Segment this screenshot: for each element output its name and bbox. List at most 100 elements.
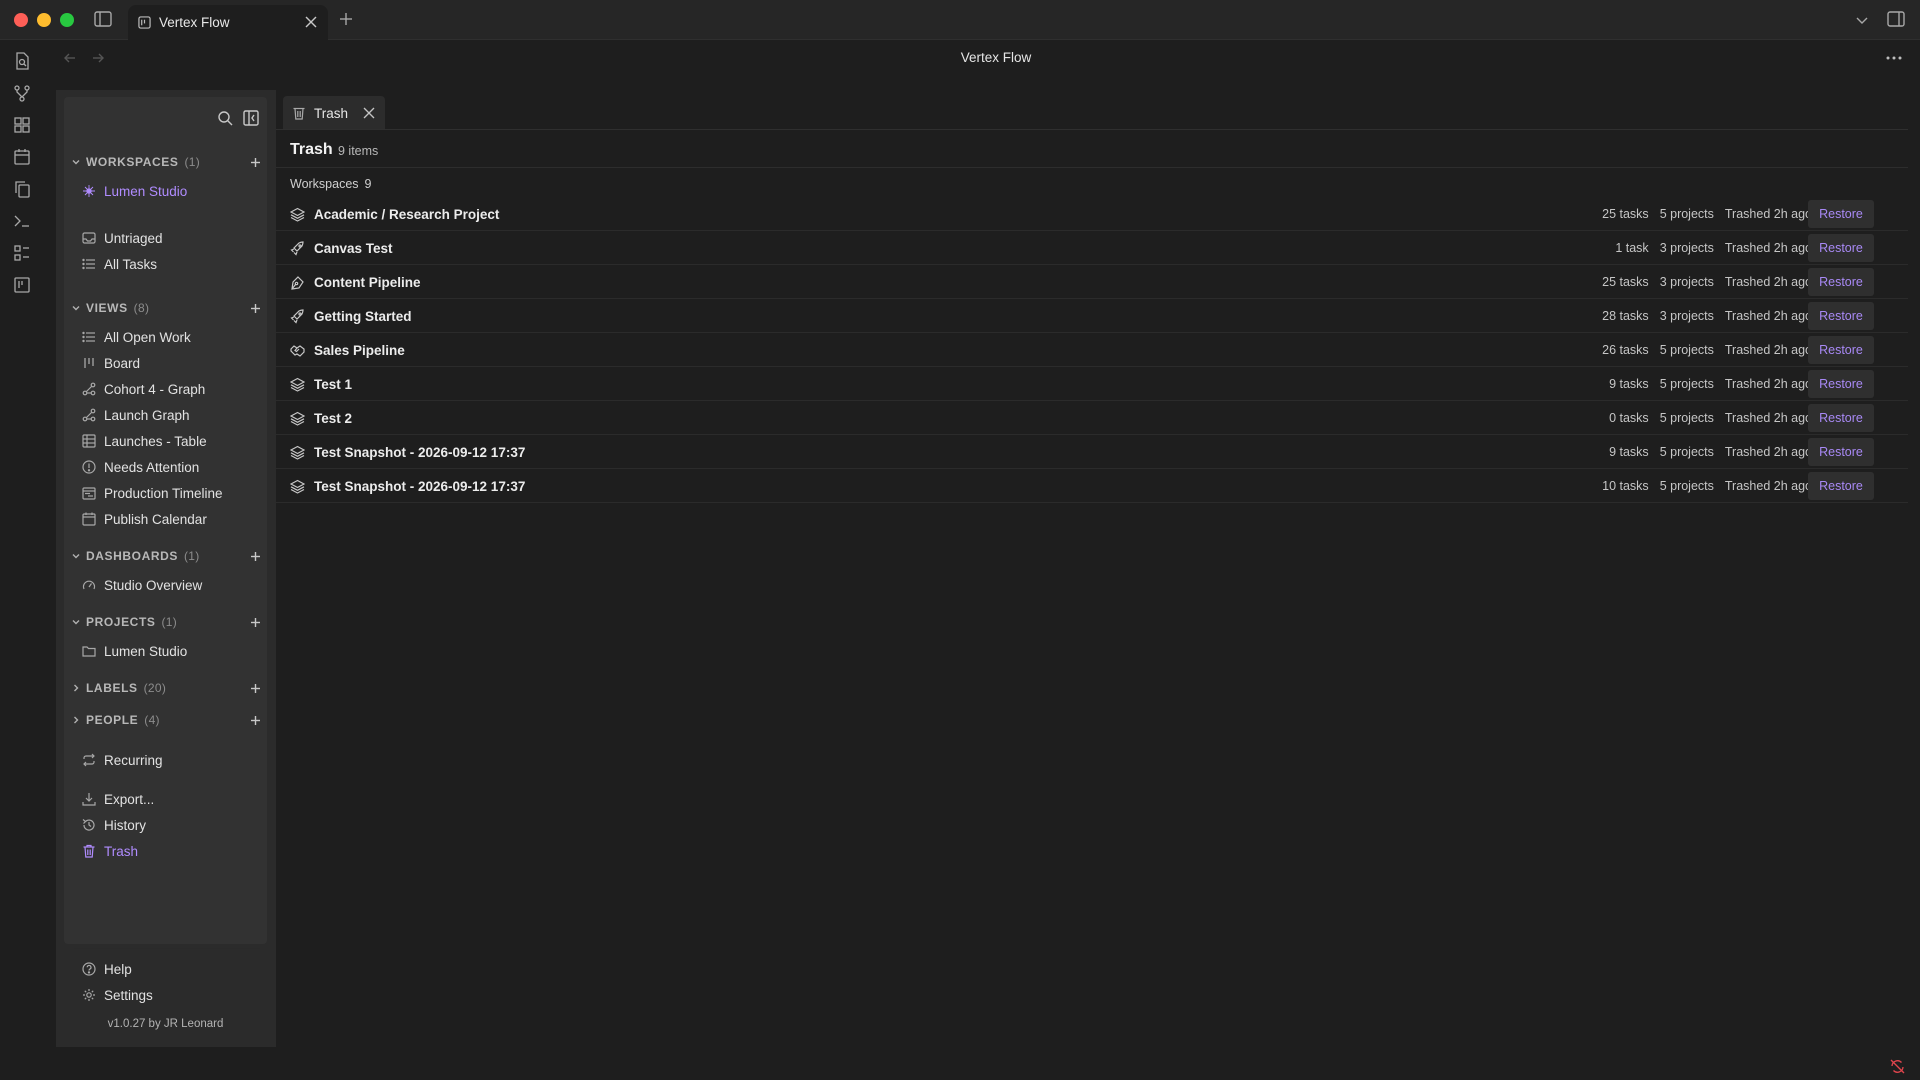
restore-button[interactable]: Restore xyxy=(1808,370,1874,398)
chevron-down-icon xyxy=(72,554,80,559)
group-label: Workspaces xyxy=(290,177,359,191)
project-count: 3 projects xyxy=(1659,241,1714,255)
maximize-window-button[interactable] xyxy=(60,13,74,27)
row-meta: 9 tasks 5 projects Trashed 2h ago xyxy=(1609,377,1812,391)
sidebar-item-recurring[interactable]: Recurring xyxy=(82,750,163,770)
table-row[interactable]: Test 2 0 tasks 5 projects Trashed 2h ago Res… xyxy=(276,401,1908,435)
restore-button[interactable]: Restore xyxy=(1808,404,1874,432)
section-label: DASHBOARDS xyxy=(86,549,179,563)
board-icon[interactable] xyxy=(13,276,31,294)
gear-icon xyxy=(83,989,95,1001)
table-row[interactable]: Test Snapshot - 2026-09-12 17:37 10 tasks… xyxy=(276,469,1908,503)
section-labels[interactable]: LABELS (20) xyxy=(72,680,166,696)
sidebar-item-label: Publish Calendar xyxy=(104,511,207,527)
sidebar-item-launch-graph[interactable]: Launch Graph xyxy=(82,405,190,425)
sidebar-item-label: Settings xyxy=(104,987,153,1003)
sidebar-item-studio-overview[interactable]: Studio Overview xyxy=(82,575,202,595)
row-meta: 0 tasks 5 projects Trashed 2h ago xyxy=(1609,411,1812,425)
table-row[interactable]: Academic / Research Project 25 tasks 5 pro… xyxy=(276,197,1908,231)
restore-button[interactable]: Restore xyxy=(1808,234,1874,262)
add-project-icon[interactable] xyxy=(250,617,261,628)
sidebar-toggle-icon[interactable] xyxy=(94,11,112,27)
section-count: (1) xyxy=(184,155,201,169)
sidebar-item-production-timeline[interactable]: Production Timeline xyxy=(82,483,223,503)
restore-button[interactable]: Restore xyxy=(1808,200,1874,228)
sidebar-item-launches-table[interactable]: Launches - Table xyxy=(82,431,207,451)
sparkle-icon xyxy=(83,185,95,197)
git-branch-icon[interactable] xyxy=(13,84,31,102)
add-dashboard-icon[interactable] xyxy=(250,551,261,562)
restore-button[interactable]: Restore xyxy=(1808,438,1874,466)
section-views[interactable]: VIEWS (8) xyxy=(72,300,149,316)
calendar-icon[interactable] xyxy=(13,148,31,166)
handshake-icon xyxy=(290,345,305,357)
copy-icon[interactable] xyxy=(13,180,31,198)
sidebar-item-all-open-work[interactable]: All Open Work xyxy=(82,327,191,347)
sidebar-item-label: History xyxy=(104,817,147,833)
section-workspaces[interactable]: WORKSPACES (1) xyxy=(72,154,200,170)
sidebar-item-cohort-4-graph[interactable]: Cohort 4 - Graph xyxy=(82,379,205,399)
sidebar-item-lumen-studio-workspace[interactable]: Lumen Studio xyxy=(82,181,187,201)
close-tab-icon[interactable] xyxy=(363,107,375,119)
add-workspace-icon[interactable] xyxy=(250,157,261,168)
item-count: 9 items xyxy=(338,144,379,158)
terminal-icon[interactable] xyxy=(13,212,31,230)
close-window-button[interactable] xyxy=(14,13,28,27)
sidebar-item-needs-attention[interactable]: Needs Attention xyxy=(82,457,199,477)
minimize-window-button[interactable] xyxy=(37,13,51,27)
list-grid-icon[interactable] xyxy=(13,244,31,262)
sidebar-item-export[interactable]: Export... xyxy=(82,789,154,809)
sidebar-item-history[interactable]: History xyxy=(82,815,146,835)
sidebar-item-trash[interactable]: Trash xyxy=(82,841,138,861)
section-count: (1) xyxy=(161,615,178,629)
sidebar-item-publish-calendar[interactable]: Publish Calendar xyxy=(82,509,207,529)
timeline-icon xyxy=(82,487,96,500)
sidebar-item-lumen-studio-project[interactable]: Lumen Studio xyxy=(82,641,187,661)
table-row[interactable]: Canvas Test 1 task 3 projects Trashed 2h ag… xyxy=(276,231,1908,265)
sidebar-item-settings[interactable]: Settings xyxy=(82,985,153,1005)
restore-button[interactable]: Restore xyxy=(1808,336,1874,364)
sidebar-item-help[interactable]: Help xyxy=(82,959,132,979)
section-projects[interactable]: PROJECTS (1) xyxy=(72,614,177,630)
new-tab-icon[interactable] xyxy=(338,11,354,27)
section-count: (4) xyxy=(144,713,160,727)
collapse-sidebar-icon[interactable] xyxy=(243,110,259,126)
page-title: Trash xyxy=(290,141,333,158)
tab-trash[interactable]: Trash xyxy=(283,96,385,130)
task-count: 26 tasks xyxy=(1602,343,1649,357)
sidebar-item-untriaged[interactable]: Untriaged xyxy=(82,228,163,248)
grid-icon[interactable] xyxy=(13,116,31,134)
sidebar-item-board[interactable]: Board xyxy=(82,353,140,373)
section-count: (1) xyxy=(184,549,200,563)
restore-button[interactable]: Restore xyxy=(1808,268,1874,296)
title-divider xyxy=(276,167,1908,168)
table-row[interactable]: Sales Pipeline 26 tasks 5 projects Trashed … xyxy=(276,333,1908,367)
chevron-down-icon[interactable] xyxy=(1855,13,1869,27)
browser-tab-title: Vertex Flow xyxy=(159,15,230,30)
table-row[interactable]: Content Pipeline 25 tasks 3 projects Trashe… xyxy=(276,265,1908,299)
close-tab-icon[interactable] xyxy=(304,15,318,29)
section-people[interactable]: PEOPLE (4) xyxy=(72,712,160,728)
sidebar-item-all-tasks[interactable]: All Tasks xyxy=(82,254,157,274)
more-options-icon[interactable] xyxy=(1886,56,1902,60)
project-count: 3 projects xyxy=(1659,309,1714,323)
add-label-icon[interactable] xyxy=(250,683,261,694)
right-sidebar-toggle-icon[interactable] xyxy=(1887,11,1905,27)
alert-circle-icon xyxy=(82,460,96,474)
sync-error-icon[interactable] xyxy=(1890,1059,1905,1074)
table-row[interactable]: Test Snapshot - 2026-09-12 17:37 9 tasks 5… xyxy=(276,435,1908,469)
search-icon[interactable] xyxy=(217,110,233,126)
table-row[interactable]: Getting Started 28 tasks 3 projects Trashed… xyxy=(276,299,1908,333)
layers-icon xyxy=(290,445,305,460)
history-icon xyxy=(82,819,95,831)
table-row[interactable]: Test 1 9 tasks 5 projects Trashed 2h ago Res… xyxy=(276,367,1908,401)
add-view-icon[interactable] xyxy=(250,303,261,314)
restore-button[interactable]: Restore xyxy=(1808,302,1874,330)
add-person-icon[interactable] xyxy=(250,715,261,726)
section-dashboards[interactable]: DASHBOARDS (1) xyxy=(72,548,200,564)
icon-rail xyxy=(0,40,44,1080)
window-title: Vertex Flow xyxy=(960,50,1032,65)
restore-button[interactable]: Restore xyxy=(1808,472,1874,500)
browser-tab[interactable]: Vertex Flow xyxy=(128,5,328,40)
workspace-name: Test 2 xyxy=(314,411,353,426)
